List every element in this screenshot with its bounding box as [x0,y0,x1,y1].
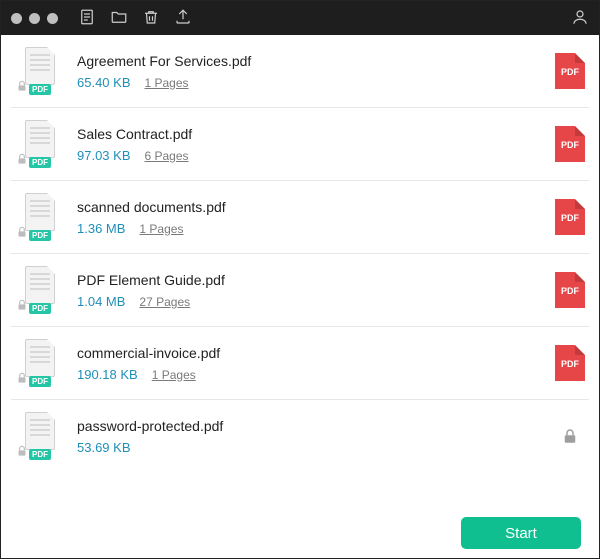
pdf-badge: PDF [555,126,585,162]
file-size: 1.36 MB [77,221,125,236]
toolbar-icons [78,8,192,29]
file-thumbnail: PDF [15,339,63,387]
folder-icon[interactable] [110,8,128,29]
lock-mini-icon [15,371,29,385]
file-name: scanned documents.pdf [77,199,555,215]
list-item[interactable]: PDF Agreement For Services.pdf 65.40 KB … [11,35,589,108]
lock-icon [555,426,585,446]
pdf-tag: PDF [29,303,51,314]
pdf-tag: PDF [29,230,51,241]
list-item[interactable]: PDF Sales Contract.pdf 97.03 KB 6 Pages … [11,108,589,181]
file-pages[interactable]: 1 Pages [145,76,189,90]
minimize-dot[interactable] [29,13,40,24]
pdf-tag: PDF [29,157,51,168]
file-meta: Sales Contract.pdf 97.03 KB 6 Pages [63,126,555,163]
pdf-badge: PDF [555,345,585,381]
footer-bar: Start [1,508,599,558]
start-button[interactable]: Start [461,517,581,549]
user-icon[interactable] [571,8,589,29]
file-name: commercial-invoice.pdf [77,345,555,361]
pdf-badge: PDF [555,199,585,235]
file-thumbnail: PDF [15,193,63,241]
file-size: 97.03 KB [77,148,131,163]
pdf-badge: PDF [555,53,585,89]
close-dot[interactable] [11,13,22,24]
file-thumbnail: PDF [15,266,63,314]
zoom-dot[interactable] [47,13,58,24]
file-name: Agreement For Services.pdf [77,53,555,69]
export-icon[interactable] [174,8,192,29]
lock-mini-icon [15,225,29,239]
list-item[interactable]: PDF commercial-invoice.pdf 190.18 KB 1 P… [11,327,589,400]
file-size: 1.04 MB [77,294,125,309]
pdf-tag: PDF [29,449,51,460]
file-meta: commercial-invoice.pdf 190.18 KB 1 Pages [63,345,555,382]
file-pages[interactable]: 1 Pages [152,368,196,382]
file-thumbnail: PDF [15,120,63,168]
lock-mini-icon [15,298,29,312]
file-size: 65.40 KB [77,75,131,90]
file-size: 190.18 KB [77,367,138,382]
lock-mini-icon [15,152,29,166]
titlebar [1,1,599,35]
file-pages[interactable]: 1 Pages [139,222,183,236]
file-meta: Agreement For Services.pdf 65.40 KB 1 Pa… [63,53,555,90]
list-item[interactable]: PDF PDF Element Guide.pdf 1.04 MB 27 Pag… [11,254,589,327]
file-name: PDF Element Guide.pdf [77,272,555,288]
pdf-tag: PDF [29,84,51,95]
file-thumbnail: PDF [15,412,63,460]
file-meta: PDF Element Guide.pdf 1.04 MB 27 Pages [63,272,555,309]
file-size: 53.69 KB [77,440,131,455]
pdf-tag: PDF [29,376,51,387]
window-controls [11,13,58,24]
lock-mini-icon [15,79,29,93]
file-pages[interactable]: 6 Pages [145,149,189,163]
list-item[interactable]: PDF password-protected.pdf 53.69 KB [11,400,589,472]
file-list: PDF Agreement For Services.pdf 65.40 KB … [1,35,599,508]
list-item[interactable]: PDF scanned documents.pdf 1.36 MB 1 Page… [11,181,589,254]
file-meta: scanned documents.pdf 1.36 MB 1 Pages [63,199,555,236]
lock-mini-icon [15,444,29,458]
file-name: Sales Contract.pdf [77,126,555,142]
pdf-badge: PDF [555,272,585,308]
file-thumbnail: PDF [15,47,63,95]
file-name: password-protected.pdf [77,418,555,434]
app-window: PDF Agreement For Services.pdf 65.40 KB … [0,0,600,559]
document-icon[interactable] [78,8,96,29]
file-meta: password-protected.pdf 53.69 KB [63,418,555,455]
trash-icon[interactable] [142,8,160,29]
file-pages[interactable]: 27 Pages [139,295,190,309]
